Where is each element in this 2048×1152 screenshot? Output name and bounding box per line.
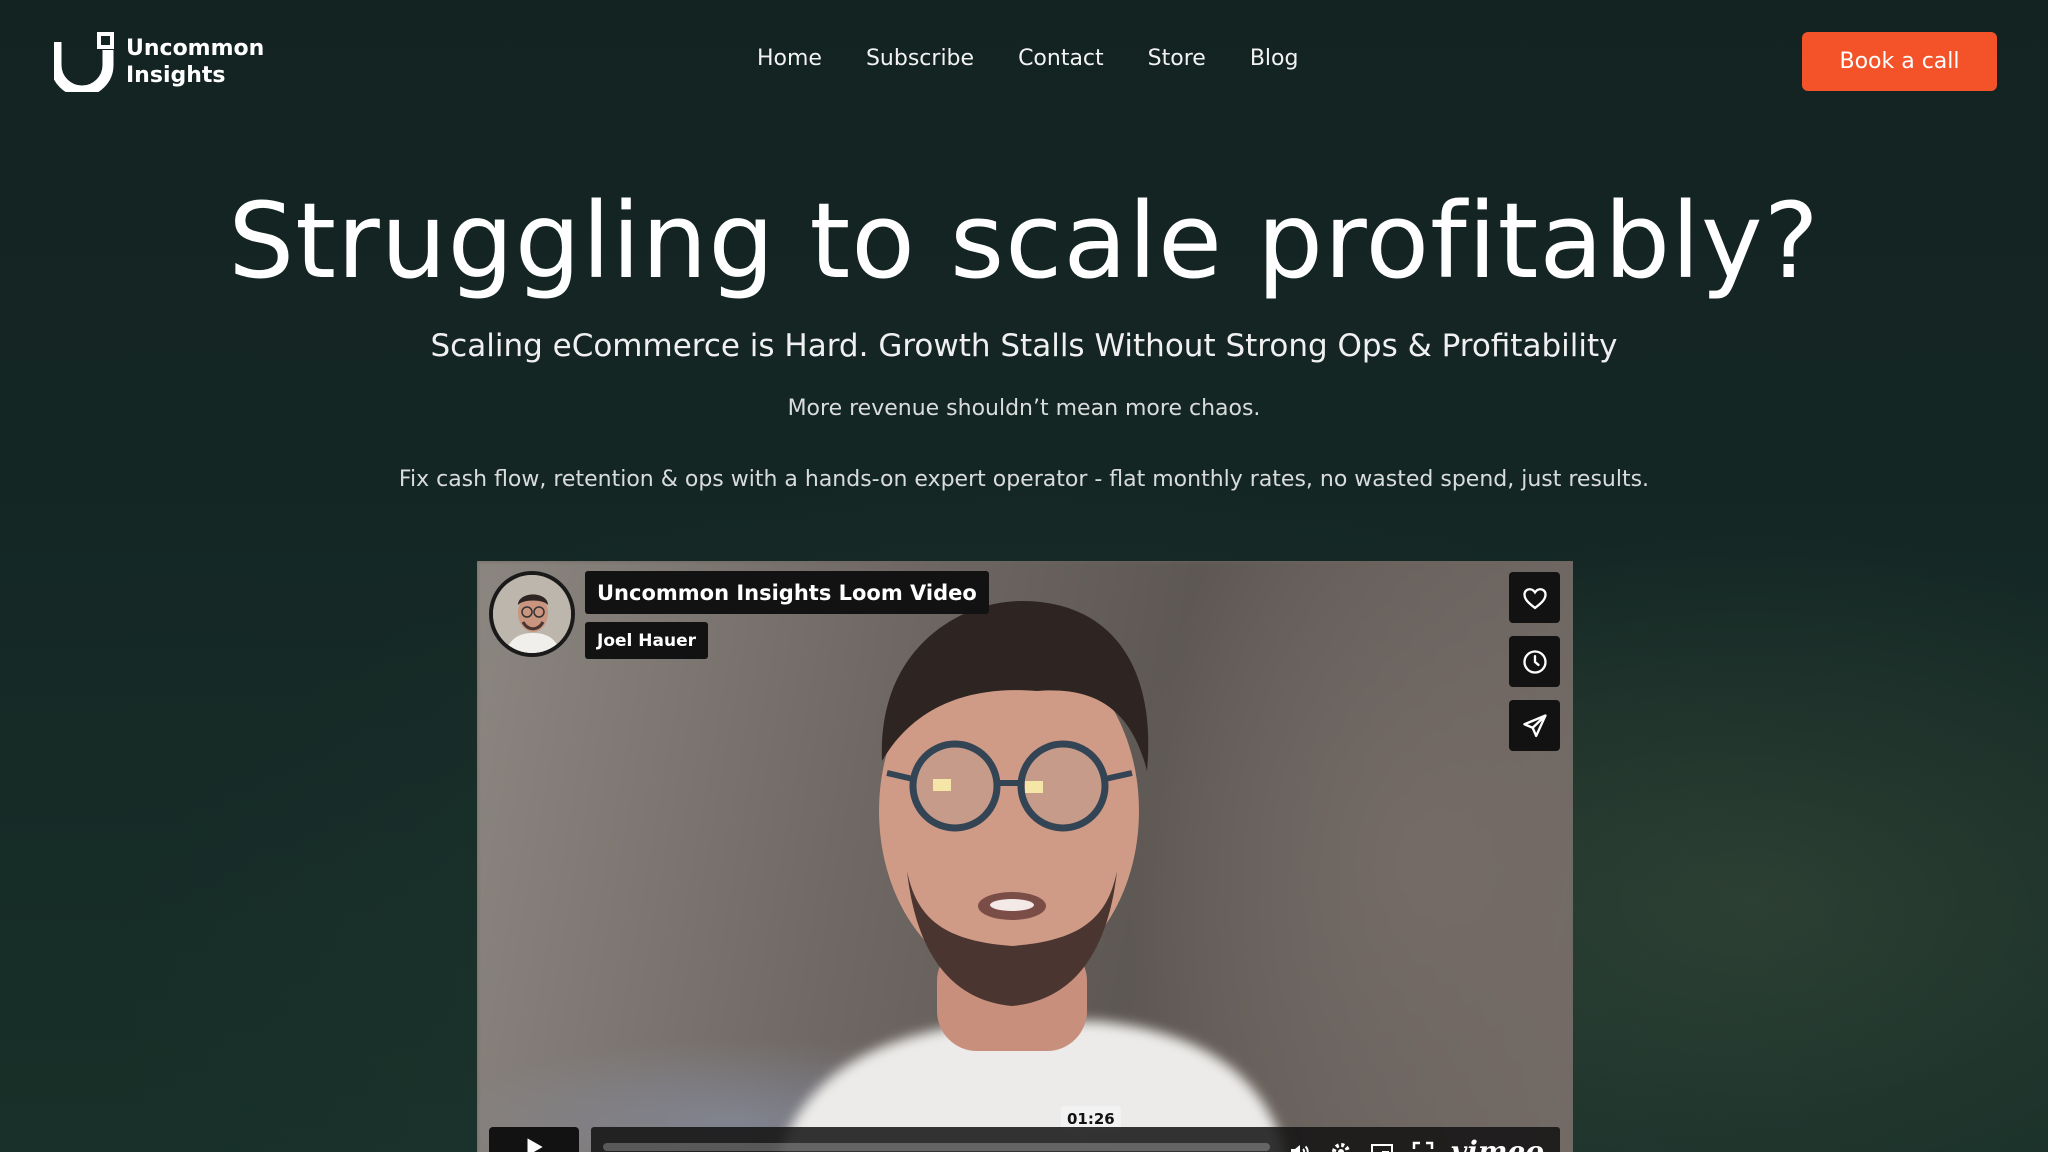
video-author[interactable]: Joel Hauer (585, 622, 708, 659)
video-player[interactable]: Uncommon Insights Loom Video Joel Hauer … (477, 561, 1573, 1152)
video-side-actions (1509, 572, 1560, 751)
brand-name-line1: Uncommon (126, 36, 265, 61)
clock-icon (1522, 649, 1547, 674)
brand-name: Uncommon Insights (126, 35, 264, 89)
heart-icon (1522, 587, 1547, 609)
hero-description: Fix cash flow, retention & ops with a ha… (398, 467, 1650, 492)
hero-section: Struggling to scale profitably? Scaling … (0, 176, 2048, 492)
play-button[interactable] (489, 1127, 579, 1152)
book-a-call-button[interactable]: Book a call (1802, 32, 1997, 91)
progress-area[interactable]: vimeo (591, 1127, 1560, 1152)
vimeo-logo[interactable]: vimeo (1451, 1135, 1544, 1152)
hero-tagline: More revenue shouldn’t mean more chaos. (787, 396, 1261, 421)
progress-bar[interactable] (603, 1143, 1270, 1151)
hero-subheading: Scaling eCommerce is Hard. Growth Stalls… (430, 328, 1618, 364)
nav-contact-link[interactable]: Contact (996, 42, 1126, 75)
video-header: Uncommon Insights Loom Video Joel Hauer (489, 571, 989, 659)
player-control-icons: vimeo (1287, 1135, 1544, 1152)
logo-mark-icon (50, 32, 114, 97)
share-button[interactable] (1509, 700, 1560, 751)
like-button[interactable] (1509, 572, 1560, 623)
watch-later-button[interactable] (1509, 636, 1560, 687)
brand-name-line2: Insights (126, 63, 226, 88)
nav-blog-link[interactable]: Blog (1228, 42, 1321, 75)
author-avatar[interactable] (489, 571, 575, 657)
fullscreen-icon[interactable] (1411, 1140, 1435, 1152)
video-title[interactable]: Uncommon Insights Loom Video (585, 571, 989, 614)
play-icon (527, 1138, 543, 1152)
video-controls: vimeo (489, 1127, 1560, 1152)
brand-logo[interactable]: Uncommon Insights (50, 32, 264, 97)
nav-subscribe-link[interactable]: Subscribe (844, 42, 996, 75)
main-nav: Home Subscribe Contact Store Blog (740, 42, 1320, 75)
volume-icon[interactable] (1287, 1140, 1313, 1152)
video-meta: Uncommon Insights Loom Video Joel Hauer (585, 571, 989, 659)
settings-gear-icon[interactable] (1329, 1140, 1353, 1152)
hero-heading: Struggling to scale profitably? (228, 180, 1820, 302)
nav-home-link[interactable]: Home (740, 42, 844, 75)
pip-icon[interactable] (1369, 1140, 1395, 1152)
nav-store-link[interactable]: Store (1126, 42, 1228, 75)
send-icon (1522, 713, 1547, 737)
